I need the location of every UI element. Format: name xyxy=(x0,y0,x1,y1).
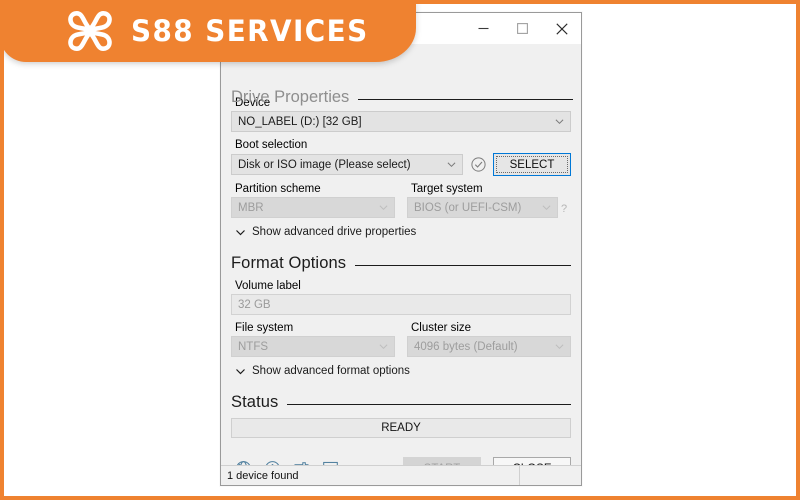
heading-rule xyxy=(358,98,573,100)
cluster-size-group: Cluster size 4096 bytes (Default) xyxy=(407,315,571,357)
help-button[interactable]: ? xyxy=(561,201,571,215)
cluster-size-value: 4096 bytes (Default) xyxy=(414,340,518,353)
boot-selection-select[interactable]: Disk or ISO image (Please select) xyxy=(231,154,463,175)
device-value: NO_LABEL (D:) [32 GB] xyxy=(238,115,362,128)
heading-rule xyxy=(287,403,571,405)
brand-text: S88 SERVICES xyxy=(130,14,369,48)
chevron-down-icon xyxy=(379,343,388,349)
status-heading: Status xyxy=(231,387,571,412)
close-icon xyxy=(555,22,568,35)
show-advanced-format-options-label: Show advanced format options xyxy=(252,365,410,377)
statusbar-text: 1 device found xyxy=(227,469,299,482)
target-system-value: BIOS (or UEFI-CSM) xyxy=(414,201,522,214)
cluster-size-select[interactable]: 4096 bytes (Default) xyxy=(407,336,571,357)
maximize-button[interactable] xyxy=(503,13,542,44)
rufus-window: Drive Properties Device NO_LABEL (D:) [3… xyxy=(220,12,582,486)
chevron-down-icon xyxy=(236,368,245,374)
cluster-size-label: Cluster size xyxy=(411,322,472,334)
status-progress-text: READY xyxy=(381,422,421,434)
show-advanced-drive-properties-toggle[interactable]: Show advanced drive properties xyxy=(235,226,571,238)
chevron-down-icon xyxy=(542,204,551,210)
heading-rule xyxy=(355,264,571,266)
status-progress-bar: READY xyxy=(231,418,571,438)
clover-knot-logo-icon xyxy=(68,11,112,51)
file-system-select[interactable]: NTFS xyxy=(231,336,395,357)
show-advanced-format-options-toggle[interactable]: Show advanced format options xyxy=(235,365,571,377)
statusbar-separator-panel xyxy=(519,466,581,485)
statusbar: 1 device found xyxy=(221,465,581,485)
verify-checksum-button[interactable] xyxy=(463,157,493,172)
partition-scheme-value: MBR xyxy=(238,201,264,214)
chevron-down-icon xyxy=(555,343,564,349)
filesystem-cluster-row: File system NTFS Cluster size 4096 bytes… xyxy=(231,315,571,357)
boot-selection-row: Disk or ISO image (Please select) SELECT xyxy=(231,153,571,176)
brand-banner: S88 SERVICES xyxy=(4,4,416,62)
target-system-label: Target system xyxy=(411,183,483,195)
close-button[interactable] xyxy=(542,13,581,44)
volume-label-input[interactable]: 32 GB xyxy=(231,294,571,315)
format-options-title: Format Options xyxy=(231,254,347,272)
partition-scheme-select[interactable]: MBR xyxy=(231,197,395,218)
format-options-heading: Format Options xyxy=(231,248,571,273)
window-body: Drive Properties Device NO_LABEL (D:) [3… xyxy=(221,44,581,485)
volume-label-label: Volume label xyxy=(235,280,301,292)
drive-properties-heading: Drive Properties xyxy=(231,88,573,107)
file-system-value: NTFS xyxy=(238,340,269,353)
page-root: Drive Properties Device NO_LABEL (D:) [3… xyxy=(0,0,800,500)
file-system-label: File system xyxy=(235,322,294,334)
partition-scheme-label: Partition scheme xyxy=(235,183,321,195)
volume-label-value: 32 GB xyxy=(238,298,271,311)
chevron-down-icon xyxy=(236,229,245,235)
chevron-down-icon xyxy=(447,161,456,167)
drive-properties-title: Drive Properties xyxy=(231,88,350,106)
device-select[interactable]: NO_LABEL (D:) [32 GB] xyxy=(231,111,571,132)
boot-selection-label: Boot selection xyxy=(235,139,308,151)
window-controls xyxy=(464,13,581,44)
white-canvas: Drive Properties Device NO_LABEL (D:) [3… xyxy=(4,4,796,496)
status-title: Status xyxy=(231,393,279,411)
scheme-target-row: Partition scheme MBR Target system BIOS … xyxy=(231,176,571,218)
select-button[interactable]: SELECT xyxy=(493,153,571,176)
partition-scheme-group: Partition scheme MBR xyxy=(231,176,395,218)
chevron-down-icon xyxy=(379,204,388,210)
boot-selection-value: Disk or ISO image (Please select) xyxy=(238,158,411,171)
chevron-down-icon xyxy=(555,118,564,124)
show-advanced-drive-properties-label: Show advanced drive properties xyxy=(252,226,417,238)
check-circle-icon xyxy=(470,157,486,172)
maximize-icon xyxy=(517,23,528,34)
target-system-group: Target system BIOS (or UEFI-CSM) ? xyxy=(407,176,571,218)
minimize-button[interactable] xyxy=(464,13,503,44)
minimize-icon xyxy=(478,27,489,30)
select-button-label: SELECT xyxy=(509,158,555,171)
file-system-group: File system NTFS xyxy=(231,315,395,357)
target-system-select[interactable]: BIOS (or UEFI-CSM) xyxy=(407,197,558,218)
